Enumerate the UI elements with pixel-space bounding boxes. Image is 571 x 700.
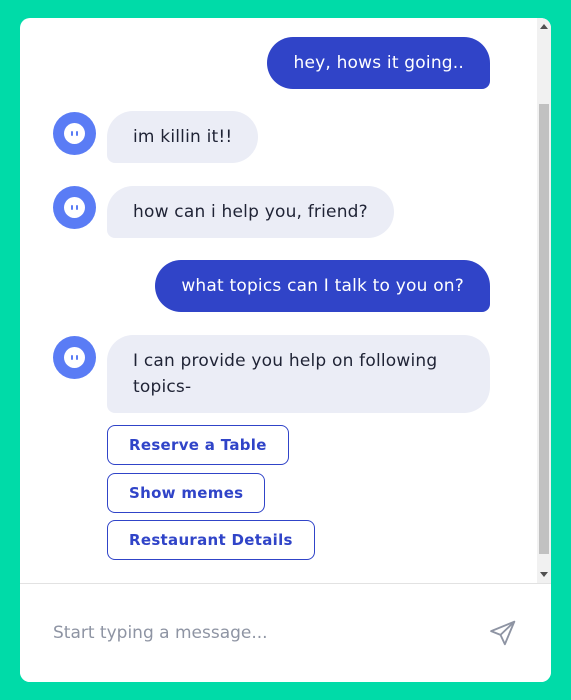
message-composer <box>20 583 551 682</box>
bot-avatar-icon <box>53 336 96 379</box>
reserve-table-button[interactable]: Reserve a Table <box>107 425 289 465</box>
bot-message: how can i help you, friend? <box>107 186 394 238</box>
message-text: I can provide you help on following topi… <box>133 351 438 397</box>
user-message: what topics can I talk to you on? <box>155 260 490 312</box>
bot-avatar-icon <box>53 186 96 229</box>
message-text: im killin it!! <box>133 127 233 147</box>
message-list: hey, hows it going.. im killin it!! how … <box>20 18 537 583</box>
bot-message: im killin it!! <box>107 111 259 163</box>
scroll-up-arrow-icon[interactable] <box>540 24 548 29</box>
bot-message: I can provide you help on following topi… <box>107 335 490 413</box>
restaurant-details-button[interactable]: Restaurant Details <box>107 520 315 560</box>
message-text: how can i help you, friend? <box>133 202 368 222</box>
show-memes-button[interactable]: Show memes <box>107 473 266 513</box>
scroll-down-arrow-icon[interactable] <box>540 572 548 577</box>
user-message: hey, hows it going.. <box>267 37 490 89</box>
scrollbar-thumb[interactable] <box>539 104 549 554</box>
send-icon[interactable] <box>488 618 518 648</box>
messages-scrollbar[interactable] <box>537 18 551 583</box>
bot-avatar-icon <box>53 112 96 155</box>
chat-widget: hey, hows it going.. im killin it!! how … <box>20 18 551 682</box>
message-text: what topics can I talk to you on? <box>181 276 464 296</box>
message-input[interactable] <box>53 620 473 646</box>
message-text: hey, hows it going.. <box>293 53 464 73</box>
